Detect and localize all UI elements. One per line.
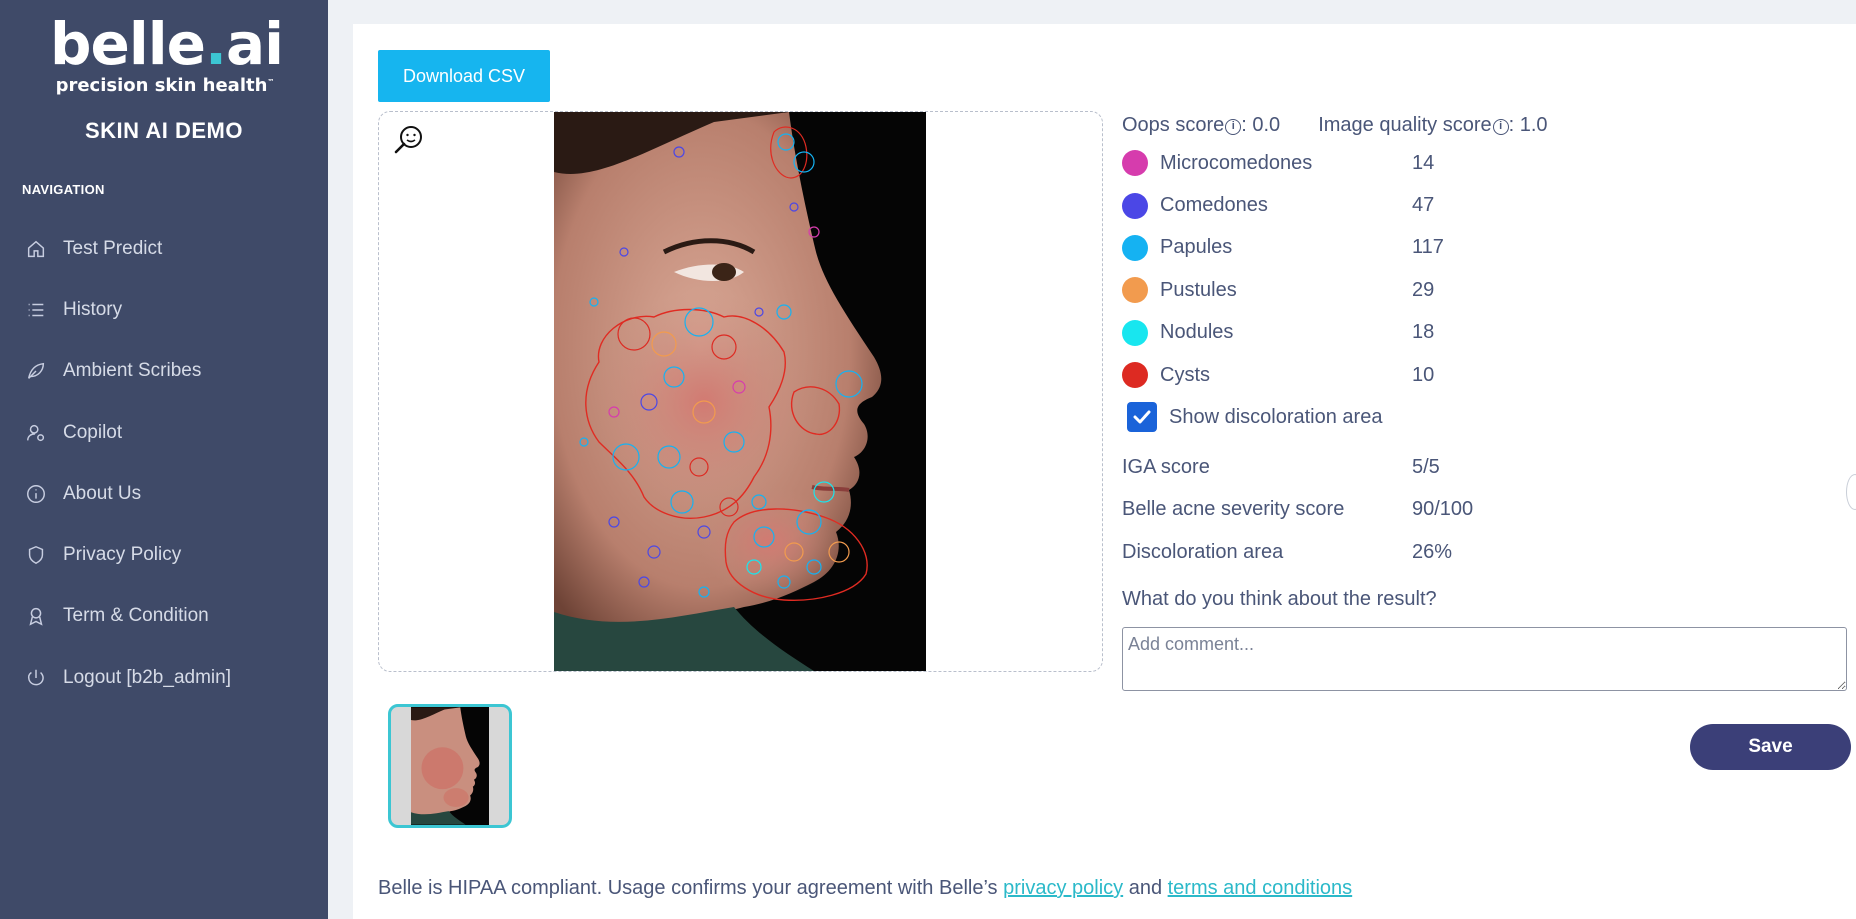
image-viewer <box>378 111 1103 672</box>
sidebar-item-term-condition[interactable]: Term & Condition <box>0 586 328 647</box>
severity-score-row: Belle acne severity score 90/100 <box>1122 498 1474 521</box>
sidebar-item-label: Privacy Policy <box>63 544 182 566</box>
image-quality-score: Image quality score i: 1.0 <box>1318 113 1548 136</box>
terms-link[interactable]: terms and conditions <box>1168 877 1353 899</box>
image-thumbnail[interactable] <box>388 704 512 828</box>
lesion-list: Microcomedones 14 Comedones 47 Papules 1… <box>1122 142 1852 396</box>
sidebar-item-label: Ambient Scribes <box>63 360 202 382</box>
shield-icon <box>24 543 48 567</box>
iga-score-row: IGA score 5/5 <box>1122 456 1440 479</box>
sidebar: belle.ai precision skin health™ SKIN AI … <box>0 0 328 919</box>
leaf-icon <box>24 359 48 383</box>
nodules-color-dot <box>1122 319 1148 346</box>
sidebar-nav: Test Predict History Ambient Scribes Cop… <box>0 218 328 708</box>
checkmark-icon <box>1133 410 1151 424</box>
lesion-row-papules: Papules 117 <box>1122 227 1852 269</box>
save-button[interactable]: Save <box>1690 724 1851 770</box>
user-gear-icon <box>24 421 48 445</box>
sidebar-item-label: About Us <box>63 482 142 504</box>
sidebar-item-label: Term & Condition <box>63 605 209 627</box>
app-title: SKIN AI DEMO <box>85 118 243 143</box>
info-icon[interactable]: i <box>1492 118 1509 135</box>
discoloration-checkbox[interactable] <box>1127 402 1157 433</box>
lesion-row-pustules: Pustules 29 <box>1122 269 1852 311</box>
cysts-color-dot <box>1122 362 1148 389</box>
main-panel: Download CSV Oops score i: 0.0 Image qu… <box>353 24 1856 919</box>
results-panel: Oops score i: 0.0 Image quality score i: 1… <box>1122 108 1852 770</box>
sidebar-item-history[interactable]: History <box>0 279 328 340</box>
comedones-color-dot <box>1122 192 1148 219</box>
power-icon <box>24 666 48 690</box>
sidebar-item-ambient-scribes[interactable]: Ambient Scribes <box>0 341 328 402</box>
lesion-row-microcomedones: Microcomedones 14 <box>1122 142 1852 184</box>
info-icon[interactable]: i <box>1225 118 1242 135</box>
sidebar-item-label: History <box>63 298 123 320</box>
sidebar-item-privacy-policy[interactable]: Privacy Policy <box>0 524 328 585</box>
face-annotation-overlay <box>554 112 926 671</box>
lesion-row-comedones: Comedones 47 <box>1122 184 1852 226</box>
download-csv-button[interactable]: Download CSV <box>378 50 550 102</box>
oops-score: Oops score i: 0.0 <box>1122 113 1281 136</box>
home-icon <box>24 237 48 261</box>
lesion-row-cysts: Cysts 10 <box>1122 354 1852 396</box>
sidebar-item-logout[interactable]: Logout [b2b_admin] <box>0 647 328 708</box>
sidebar-item-label: Logout [b2b_admin] <box>63 666 231 688</box>
feedback-question: What do you think about the result? <box>1122 587 1437 610</box>
comment-input[interactable] <box>1122 626 1847 691</box>
microcomedones-color-dot <box>1122 150 1148 177</box>
top-strip <box>328 0 1856 24</box>
privacy-policy-link[interactable]: privacy policy <box>1003 877 1123 899</box>
thumbnail-face-image <box>411 707 489 825</box>
award-icon <box>24 604 48 628</box>
discoloration-area-row: Discoloration area 26% <box>1122 540 1453 563</box>
quality-scores: Oops score i: 0.0 Image quality score i: 1… <box>1122 108 1852 142</box>
lesion-row-nodules: Nodules 18 <box>1122 312 1852 354</box>
pustules-color-dot <box>1122 277 1148 304</box>
list-icon <box>24 298 48 322</box>
nav-heading: NAVIGATION <box>22 182 105 197</box>
info-circle-icon <box>24 482 48 506</box>
footer-notice: Belle is HIPAA compliant. Usage confirms… <box>378 877 1353 899</box>
sidebar-item-about-us[interactable]: About Us <box>0 463 328 524</box>
papules-color-dot <box>1122 234 1148 261</box>
zoom-face-icon[interactable] <box>393 124 425 156</box>
belle-logo[interactable]: belle.ai precision skin health™ <box>50 14 284 96</box>
sidebar-item-copilot[interactable]: Copilot <box>0 402 328 463</box>
analyzed-face-image[interactable] <box>554 112 926 671</box>
sidebar-item-test-predict[interactable]: Test Predict <box>0 218 328 279</box>
show-discoloration-toggle[interactable]: Show discoloration area <box>1122 396 1852 438</box>
sidebar-item-label: Copilot <box>63 421 123 443</box>
sidebar-item-label: Test Predict <box>63 237 163 259</box>
